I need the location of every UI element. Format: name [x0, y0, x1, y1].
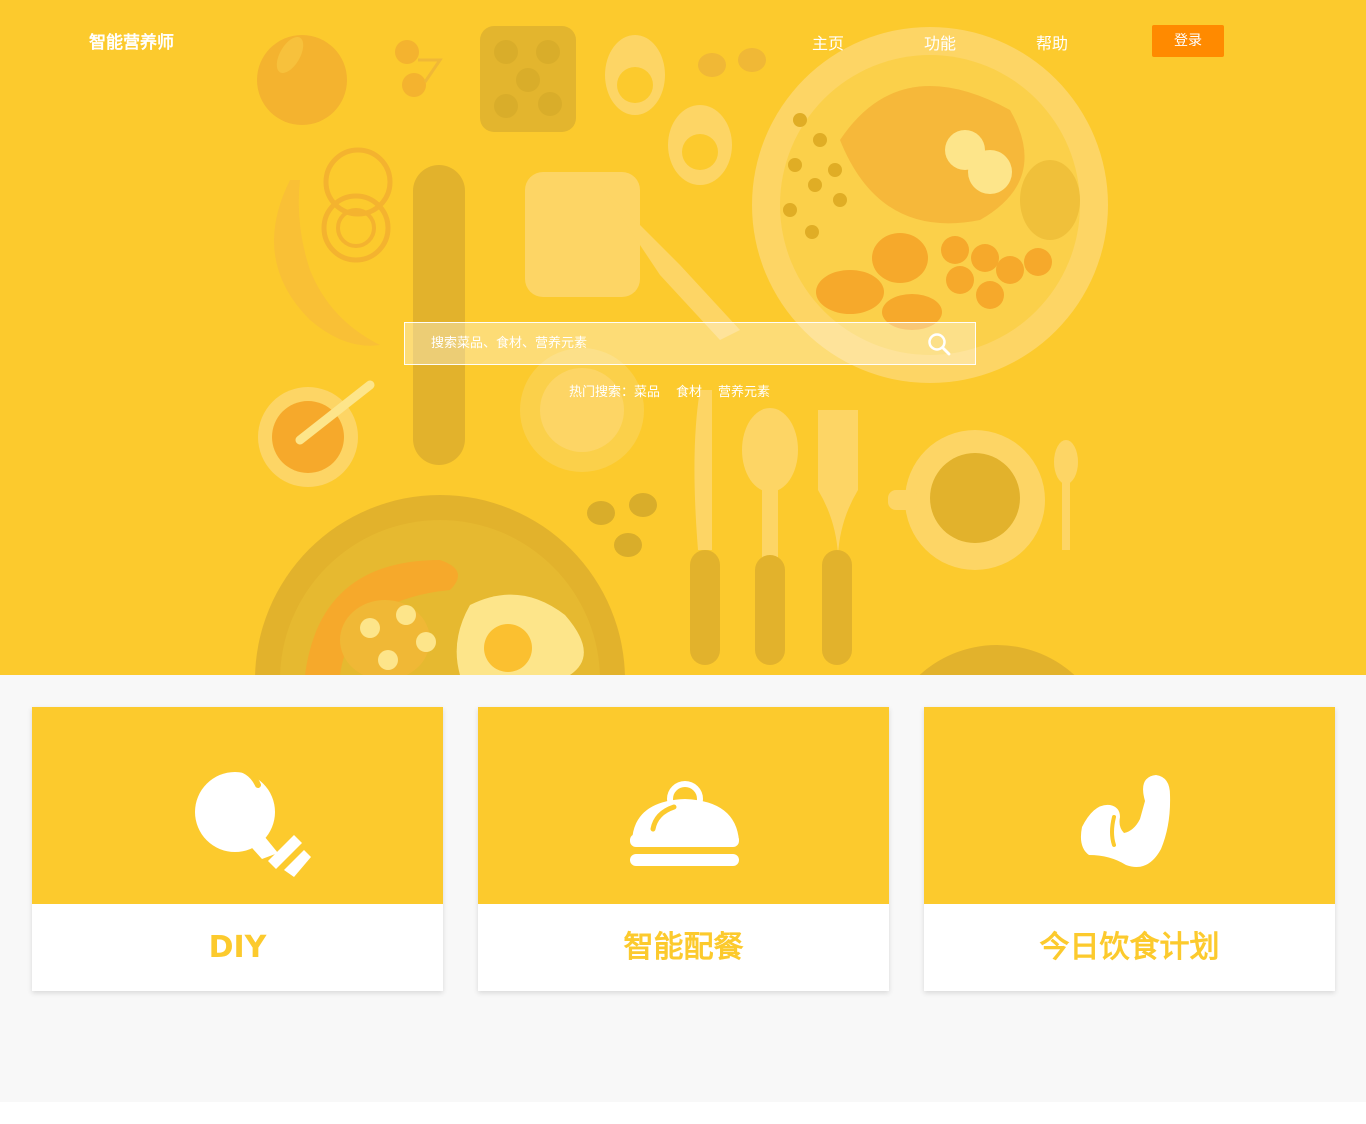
hot-search-ingredients[interactable]: 食材 [676, 385, 702, 400]
hot-search-label: 热门搜索： [569, 385, 635, 400]
feature-title: DIY [208, 930, 267, 965]
hero-banner: 智能营养师 主页 功能 帮助 登录 热门搜索：菜品 食材 营养元素 [0, 0, 1366, 675]
brand-logo[interactable]: 智能营养师 [89, 28, 174, 53]
top-navigation-bar: 智能营养师 主页 功能 帮助 登录 [0, 0, 1366, 80]
hot-search-nutrients[interactable]: 营养元素 [718, 385, 770, 400]
nav-features[interactable]: 功能 [924, 30, 956, 54]
feature-card-daily-plan[interactable]: 今日饮食计划 [924, 707, 1335, 991]
hot-search-row: 热门搜索：菜品 食材 营养元素 [569, 381, 770, 400]
feature-card-diy[interactable]: DIY [32, 707, 443, 991]
feature-card-smart-meal[interactable]: 智能配餐 [478, 707, 889, 991]
nav-home[interactable]: 主页 [812, 30, 844, 54]
hot-search-dishes[interactable]: 菜品 [634, 385, 660, 400]
login-button[interactable]: 登录 [1152, 25, 1224, 57]
search-icon[interactable] [927, 332, 951, 356]
search-input[interactable] [405, 323, 931, 364]
feature-title: 今日饮食计划 [1039, 930, 1220, 965]
card-banner [32, 707, 443, 904]
search-bar [404, 322, 976, 365]
feature-title: 智能配餐 [623, 930, 744, 965]
feature-cards-section: DIY 智能配餐 今日饮食计划 [0, 675, 1366, 1102]
lightbulb-icon [195, 764, 311, 877]
card-banner [924, 707, 1335, 904]
nav-help[interactable]: 帮助 [1036, 30, 1068, 54]
muscle-arm-icon [1080, 775, 1171, 867]
card-banner [478, 707, 889, 904]
food-cloche-icon [630, 781, 739, 866]
